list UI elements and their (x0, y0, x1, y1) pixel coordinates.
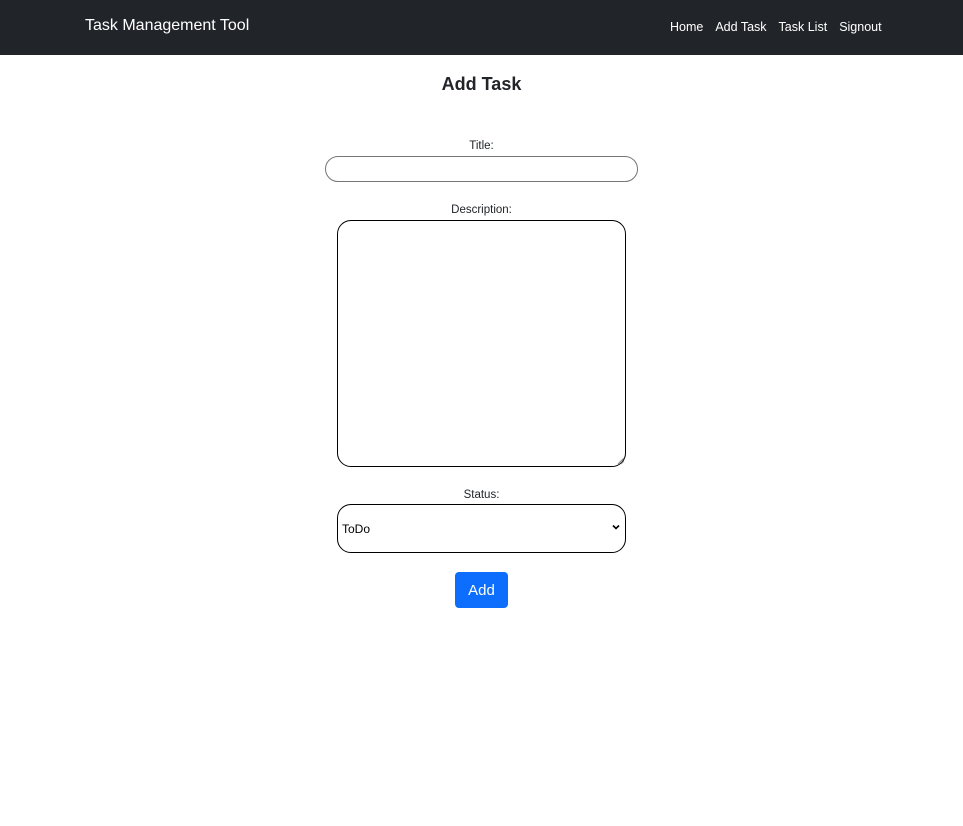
chevron-down-icon (612, 524, 620, 530)
title-input[interactable] (325, 156, 638, 182)
nav-link-signout[interactable]: Signout (839, 20, 881, 34)
brand-link[interactable]: Task Management Tool (85, 17, 249, 35)
status-select[interactable]: ToDo (337, 504, 626, 553)
top-navbar: Task Management Tool Home Add Task Task … (0, 0, 963, 55)
nav-link-task-list[interactable]: Task List (779, 20, 828, 34)
page-title: Add Task (441, 74, 522, 94)
nav-links: Home Add Task Task List Signout (670, 20, 882, 34)
description-label: Description: (451, 204, 512, 216)
add-button[interactable]: Add (455, 572, 508, 608)
nav-link-home[interactable]: Home (670, 20, 703, 34)
description-textarea[interactable] (337, 220, 626, 467)
nav-link-add-task[interactable]: Add Task (715, 20, 766, 34)
title-label: Title: (469, 140, 494, 152)
status-label: Status: (463, 489, 500, 501)
status-selected-value: ToDo (342, 522, 371, 536)
resize-grip-icon[interactable] (617, 457, 625, 465)
